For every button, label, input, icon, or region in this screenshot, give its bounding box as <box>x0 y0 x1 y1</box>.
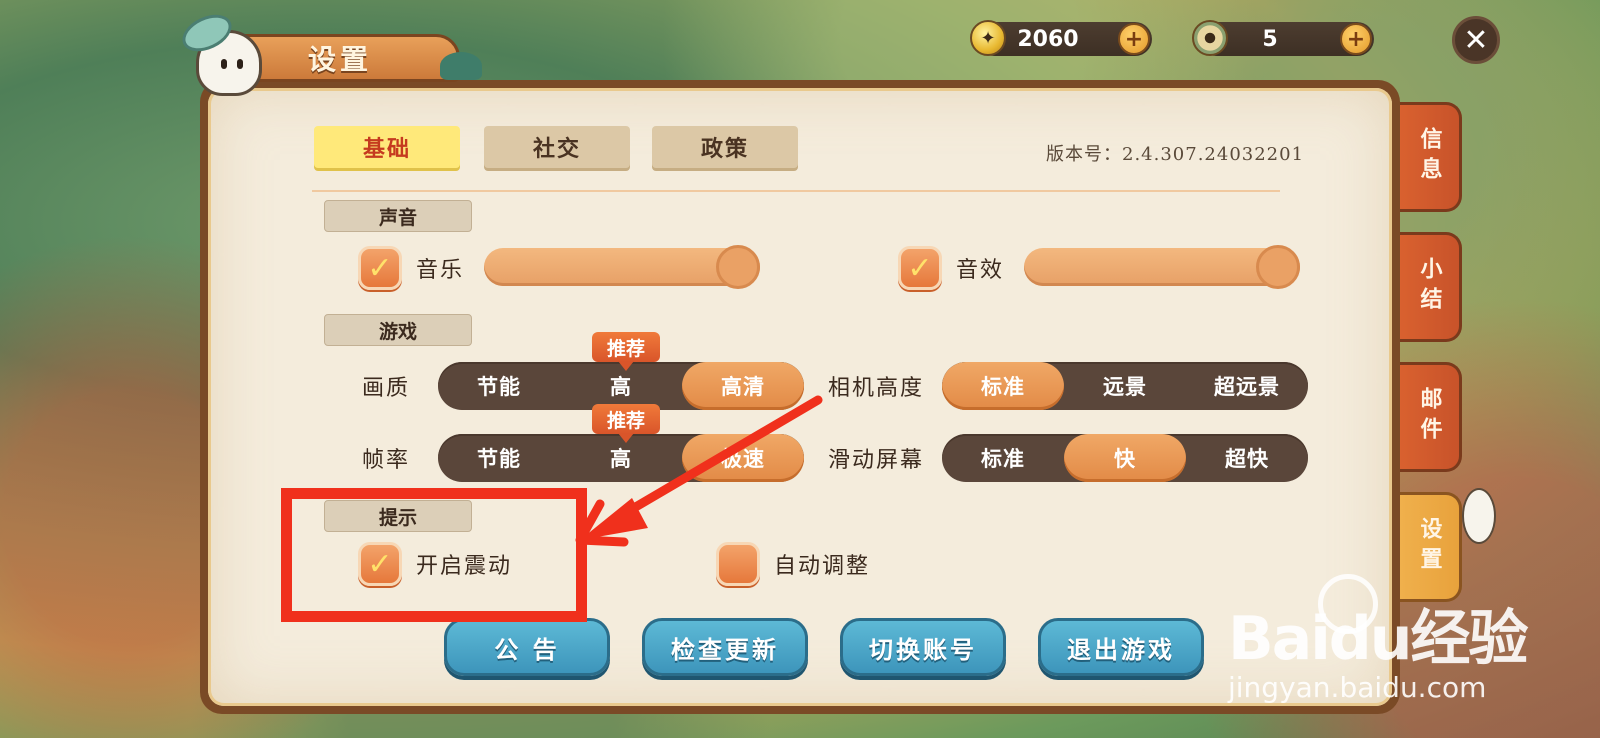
watermark: Baidu经验 jingyan.baidu.com <box>1228 590 1528 704</box>
watermark-brand: Baidu经验 <box>1228 604 1528 674</box>
watermark-url: jingyan.baidu.com <box>1228 671 1487 704</box>
